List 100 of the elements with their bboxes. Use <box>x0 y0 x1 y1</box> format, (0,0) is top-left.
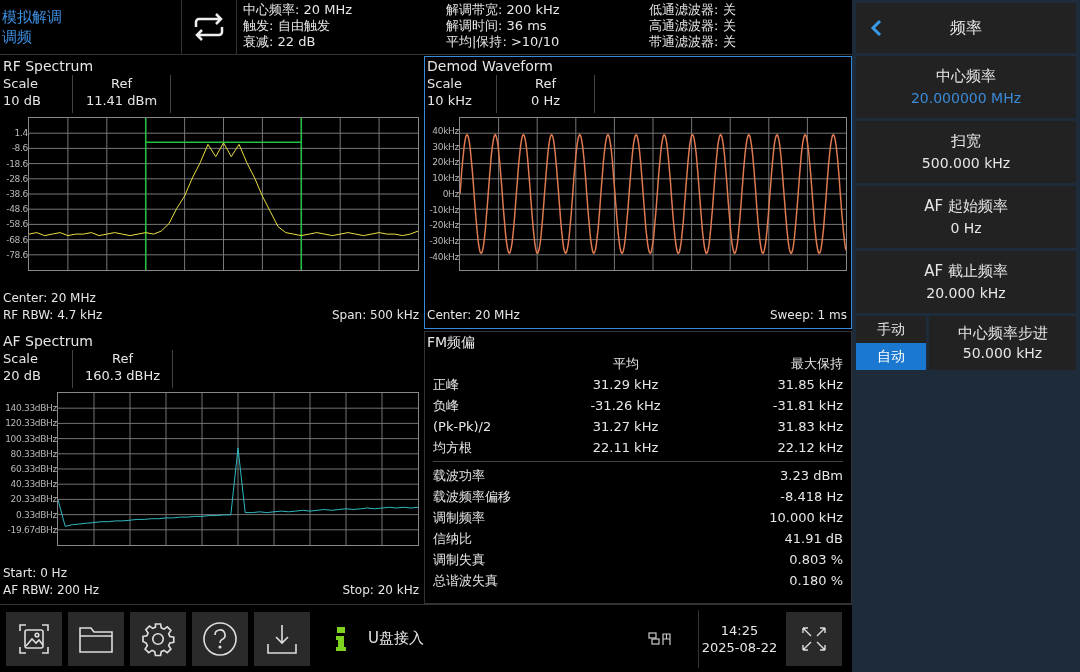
row-label: (Pk-Pk)/2 <box>433 418 493 436</box>
ref-value: 0 Hz <box>531 92 560 109</box>
settings-icon <box>140 620 176 657</box>
mode-option[interactable]: 自动 <box>856 343 926 370</box>
footer-text: Center: 20 MHz <box>3 290 97 307</box>
menu-item[interactable]: 扫宽 500.000 kHz <box>856 121 1076 183</box>
panel-title: RF Spectrum <box>2 57 95 75</box>
back-icon <box>870 19 882 37</box>
axis-label: 40kHz <box>431 125 459 136</box>
menu-title: 频率 <box>949 17 983 39</box>
table-cell-text: 31.85 kHz <box>776 376 843 394</box>
footer-text: AF RBW: 200 Hz <box>3 582 100 599</box>
axis-label: -58.6 <box>6 219 28 230</box>
axis-label: 120.33dBHz <box>5 418 57 429</box>
axis-label: 0Hz <box>441 188 459 199</box>
chart-panel[interactable]: AF Spectrum Scale 20 dB Ref 160.3 dBHz 140.33dBHz 120.33dBHz 100.33dBHz 80.33dBHz 60.33dBHz 40.33dBHz 20.33dBHz 0.33dBHz -19.67dBHz Start: 0 Hz AF RBW: 200 Hz Stop: 20 kHz <box>0 331 424 604</box>
axis-label: -48.6 <box>6 204 28 215</box>
help-button[interactable] <box>192 611 248 666</box>
metric-value: 10.000 kHz <box>769 509 843 527</box>
status-text: 平均|保持: >10/10 <box>446 34 561 50</box>
footer-text: Start: 0 Hz <box>3 565 68 582</box>
ref-label: Ref <box>111 75 132 92</box>
menu-item[interactable]: AF 截止频率 20.000 kHz <box>856 251 1076 313</box>
status-text: 衰减: 22 dB <box>243 34 317 50</box>
axis-label: 0.33dBHz <box>15 509 57 520</box>
network-icon <box>648 631 672 646</box>
table-cell-text: -31.26 kHz <box>589 397 662 415</box>
panel-title: AF Spectrum <box>2 332 94 350</box>
menu-item[interactable]: AF 起始频率 0 Hz <box>856 186 1076 248</box>
scale-value: 10 dB <box>3 92 42 109</box>
picture-frame-icon <box>17 621 51 656</box>
table-cell-text: 22.11 kHz <box>591 439 660 457</box>
footer-text: Sweep: 1 ms <box>769 307 847 324</box>
axis-label: 40.33dBHz <box>10 479 57 490</box>
status-text: 低通滤波器: 关 <box>649 2 737 18</box>
table-cell-text: 31.27 kHz <box>591 418 660 436</box>
settings-button[interactable] <box>130 611 186 666</box>
scale-value: 10 kHz <box>427 92 473 109</box>
table-cell-text: 31.29 kHz <box>591 376 660 394</box>
footer-text: Span: 500 kHz <box>331 307 419 324</box>
screenshot-button[interactable] <box>6 611 62 666</box>
menu-item[interactable]: 中心频率 20.000000 MHz <box>856 56 1076 118</box>
axis-label: -30kHz <box>428 236 459 247</box>
metric-value: 3.23 dBm <box>780 467 843 485</box>
metric-value: -8.418 Hz <box>780 488 843 506</box>
column-header: 平均 <box>611 355 640 373</box>
axis-label: -18.6 <box>6 158 28 169</box>
axis-label: -8.6 <box>11 143 28 154</box>
axis-label: -68.6 <box>6 234 28 245</box>
clock-date: 2025-08-22 <box>701 638 778 656</box>
mode-subtitle: 调频 <box>2 27 33 47</box>
axis-label: -10kHz <box>428 204 459 215</box>
chart-panel[interactable]: Demod Waveform Scale 10 kHz Ref 0 Hz 40kHz 30kHz 20kHz 10kHz 0Hz -10kHz -20kHz -30kHz -40kHz Center: 20 MHz Sweep: 1 ms <box>424 56 852 329</box>
clock-time: 14:25 <box>720 621 759 639</box>
status-message: U盘接入 <box>368 628 425 650</box>
save-button[interactable] <box>254 611 310 666</box>
status-text: 中心频率: 20 MHz <box>243 2 353 18</box>
axis-label: -20kHz <box>428 220 459 231</box>
table-cell-text: 22.12 kHz <box>776 439 843 457</box>
axis-label: -38.6 <box>6 189 28 199</box>
status-text: 解调时间: 36 ms <box>446 18 548 34</box>
footer-text: RF RBW: 4.7 kHz <box>3 307 103 324</box>
metric-label: 调制频率 <box>433 509 485 527</box>
metric-label: 调制失真 <box>433 551 485 569</box>
axis-label: -19.67dBHz <box>7 524 57 535</box>
info-icon <box>336 626 346 651</box>
metric-label: 总谐波失真 <box>433 572 498 590</box>
metric-label: 载波频率偏移 <box>433 488 511 506</box>
row-label: 均方根 <box>433 439 473 457</box>
footer-text: Center: 20 MHz <box>427 307 520 324</box>
metric-label: 载波功率 <box>433 467 485 485</box>
row-label: 正峰 <box>433 376 460 394</box>
repeat-icon <box>192 13 226 41</box>
axis-label: 100.33dBHz <box>5 433 57 444</box>
menu-item[interactable]: 中心频率步进 50.000 kHz <box>929 316 1076 370</box>
ref-value: 160.3 dBHz <box>85 367 161 384</box>
fullscreen-button[interactable] <box>786 611 842 666</box>
metric-value: 41.91 dB <box>784 530 843 548</box>
help-icon <box>202 620 238 657</box>
column-header: 最大保持 <box>790 355 843 373</box>
panel-title: FM频偏 <box>427 333 477 352</box>
scale-label: Scale <box>3 75 39 92</box>
panel-title: Demod Waveform <box>426 57 554 75</box>
file-button[interactable] <box>68 611 124 666</box>
ref-label: Ref <box>112 350 134 367</box>
expand-icon <box>801 625 827 652</box>
table-cell-text: -31.81 kHz <box>771 397 843 415</box>
axis-label: 20.33dBHz <box>10 494 57 505</box>
scale-label: Scale <box>427 75 463 92</box>
axis-label: -78.6 <box>6 249 28 260</box>
axis-label: 30kHz <box>431 141 459 152</box>
axis-label: 10kHz <box>431 173 459 184</box>
scale-value: 20 dB <box>3 367 42 384</box>
table-cell-text: 31.83 kHz <box>776 418 843 436</box>
ref-label: Ref <box>535 75 556 92</box>
status-text: 带通滤波器: 关 <box>649 34 737 50</box>
mode-option[interactable]: 手动 <box>856 316 926 343</box>
axis-label: 140.33dBHz <box>5 403 57 414</box>
axis-label: 1.4 <box>14 128 28 139</box>
row-label: 负峰 <box>433 397 460 415</box>
